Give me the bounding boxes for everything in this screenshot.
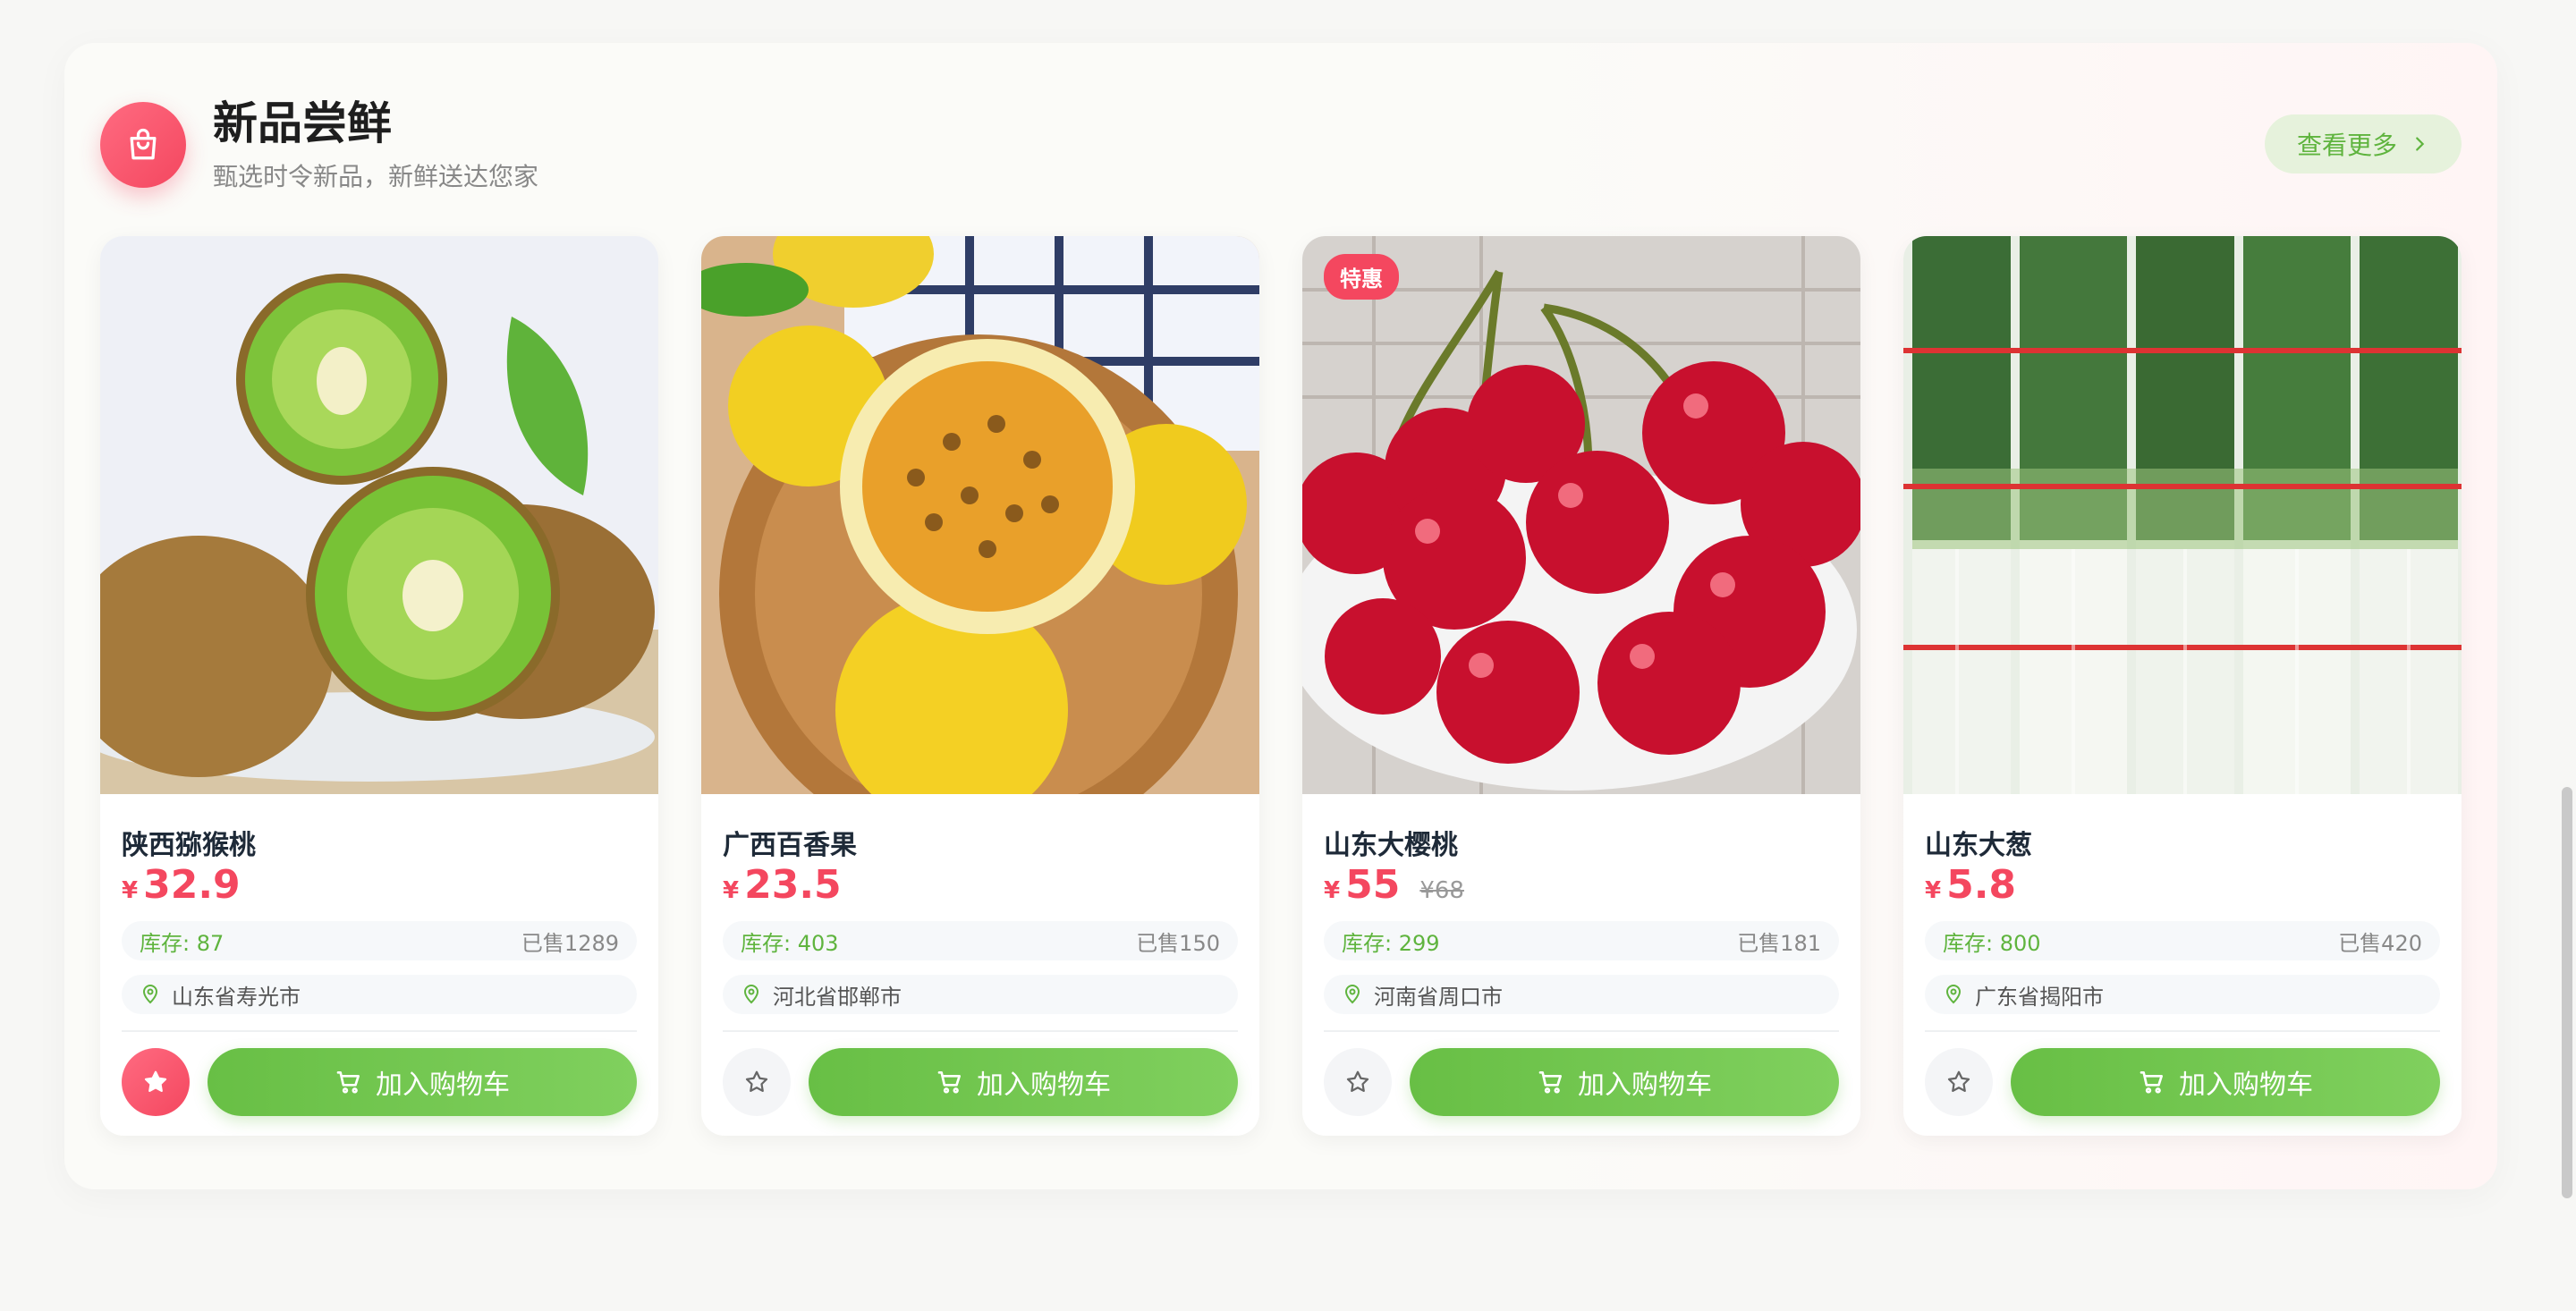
chevron-right-icon: [2416, 137, 2425, 151]
discount-badge: 特惠: [1324, 254, 1399, 300]
add-to-cart-button[interactable]: 加入购物车: [809, 1048, 1238, 1116]
product-name[interactable]: 陕西猕猴桃: [122, 823, 256, 862]
favorite-button[interactable]: [1324, 1048, 1392, 1116]
currency-symbol: ¥: [1925, 877, 1942, 904]
currency-symbol: ¥: [1324, 877, 1341, 904]
original-price: ¥68: [1419, 877, 1464, 904]
section-title: 新品尝鲜: [213, 97, 392, 149]
favorite-button[interactable]: [723, 1048, 791, 1116]
product-card[interactable]: 特惠 山东大樱桃 ¥ 55 ¥68: [1302, 236, 1860, 1136]
product-image-kiwi[interactable]: [100, 236, 658, 794]
cart-icon: [2140, 1071, 2163, 1094]
currency-symbol: ¥: [723, 877, 740, 904]
product-price: 32.9: [143, 862, 241, 908]
product-name[interactable]: 山东大樱桃: [1324, 823, 1458, 862]
section-subtitle: 甄选时令新品，新鲜送达您家: [213, 162, 539, 191]
cart-icon: [336, 1071, 360, 1094]
star-icon: [1947, 1070, 1970, 1092]
add-to-cart-button[interactable]: 加入购物车: [208, 1048, 637, 1116]
star-icon: [144, 1070, 167, 1092]
shopping-bag-icon: [100, 102, 186, 188]
product-price: 23.5: [744, 862, 842, 908]
product-name[interactable]: 山东大葱: [1925, 823, 2032, 862]
cart-icon: [937, 1071, 961, 1094]
star-icon: [1346, 1070, 1369, 1092]
favorite-button[interactable]: [122, 1048, 190, 1116]
product-card[interactable]: 陕西猕猴桃 ¥ 32.9: [100, 236, 658, 1136]
view-more-button[interactable]: 查看更多: [2265, 114, 2462, 173]
favorite-button[interactable]: [1925, 1048, 1993, 1116]
add-to-cart-button[interactable]: 加入购物车: [1410, 1048, 1839, 1116]
product-image-cherry[interactable]: 特惠: [1302, 236, 1860, 794]
add-to-cart-label: 加入购物车: [376, 1070, 510, 1101]
view-more-label: 查看更多: [2296, 131, 2397, 160]
product-card[interactable]: 广西百香果 ¥ 23.5: [701, 236, 1259, 1136]
add-to-cart-label: 加入购物车: [2179, 1070, 2313, 1101]
price-row: ¥ 5.8: [1925, 862, 2016, 908]
product-image-scallion[interactable]: [1903, 236, 2462, 794]
add-to-cart-label: 加入购物车: [1578, 1070, 1712, 1101]
currency-symbol: ¥: [122, 877, 139, 904]
product-image-passion-fruit[interactable]: [701, 236, 1259, 794]
page-scrollbar[interactable]: [2562, 787, 2572, 1198]
product-card[interactable]: 山东大葱 ¥ 5.8: [1903, 236, 2462, 1136]
price-row: ¥ 23.5: [723, 862, 842, 908]
price-row: ¥ 55 ¥68: [1324, 862, 1464, 908]
product-price: 5.8: [1946, 862, 2017, 908]
product-price: 55: [1345, 862, 1401, 908]
cart-icon: [1538, 1071, 1562, 1094]
add-to-cart-button[interactable]: 加入购物车: [2011, 1048, 2440, 1116]
star-icon: [745, 1070, 768, 1092]
add-to-cart-label: 加入购物车: [977, 1070, 1111, 1101]
price-row: ¥ 32.9: [122, 862, 241, 908]
product-name[interactable]: 广西百香果: [723, 823, 857, 862]
